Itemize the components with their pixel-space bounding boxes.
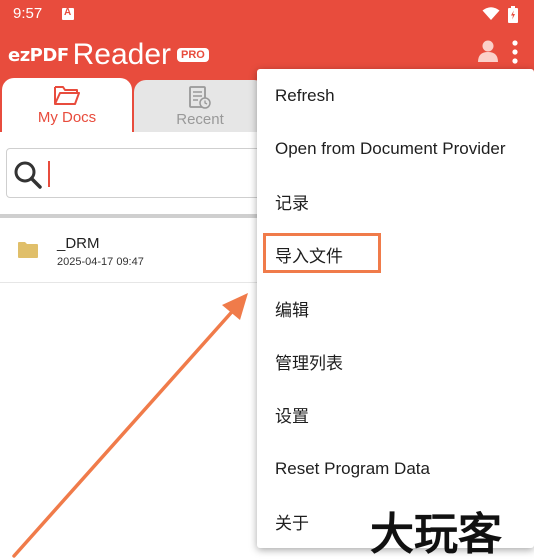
svg-text:大玩客: 大玩客 bbox=[370, 509, 502, 555]
watermark-logo: 大玩客 bbox=[370, 509, 502, 555]
annotation-arrow bbox=[12, 293, 248, 558]
